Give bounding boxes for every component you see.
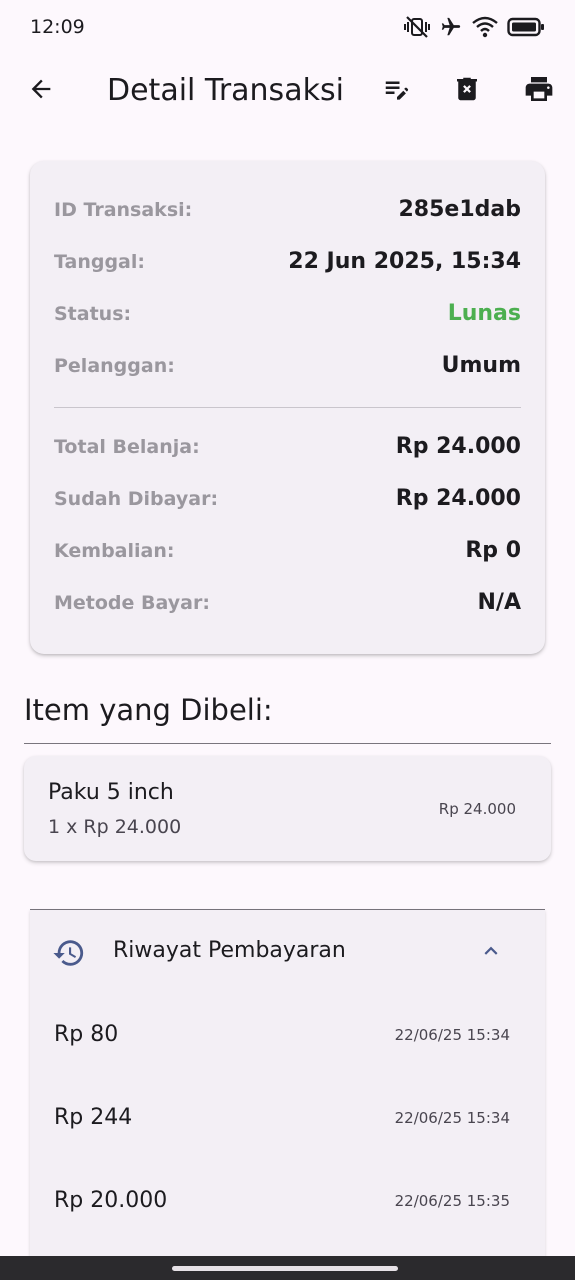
transaction-id-row: ID Transaksi: 285e1dab <box>54 197 521 222</box>
item-name: Paku 5 inch <box>48 780 174 805</box>
customer-value: Umum <box>441 353 521 378</box>
payment-amount: Rp 244 <box>54 1105 133 1130</box>
system-nav-bar <box>0 1256 575 1280</box>
payment-method-value: N/A <box>477 590 521 615</box>
change-value: Rp 0 <box>465 538 521 563</box>
change-label: Kembalian: <box>54 539 175 562</box>
payment-time: 22/06/25 15:34 <box>394 1108 510 1127</box>
chevron-up-icon[interactable] <box>478 938 504 969</box>
payment-amount: Rp 80 <box>54 1022 119 1047</box>
items-section-divider <box>24 743 551 744</box>
transaction-id-label: ID Transaksi: <box>54 198 193 221</box>
status-label: Status: <box>54 302 132 325</box>
item-qty-price: 1 x Rp 24.000 <box>48 816 182 838</box>
status-badge: Lunas <box>447 301 521 326</box>
total-row: Total Belanja: Rp 24.000 <box>54 434 521 459</box>
list-item[interactable]: Paku 5 inch 1 x Rp 24.000 Rp 24.000 <box>24 756 551 861</box>
payment-time: 22/06/25 15:35 <box>394 1191 510 1210</box>
battery-icon <box>507 17 545 37</box>
vibrate-off-icon <box>404 16 430 38</box>
home-gesture-handle[interactable] <box>172 1266 398 1271</box>
edit-notes-button[interactable] <box>376 70 418 112</box>
summary-divider <box>54 407 521 408</box>
payment-amount: Rp 20.000 <box>54 1188 168 1213</box>
payment-history-row: Rp 244 22/06/25 15:34 <box>54 1105 510 1130</box>
print-icon <box>523 73 555 110</box>
page-title: Detail Transaksi <box>107 73 344 108</box>
airplane-icon <box>439 16 463 38</box>
total-label: Total Belanja: <box>54 435 200 458</box>
paid-label: Sudah Dibayar: <box>54 487 219 510</box>
arrow-back-icon <box>27 75 55 108</box>
print-button[interactable] <box>518 70 560 112</box>
paid-row: Sudah Dibayar: Rp 24.000 <box>54 486 521 511</box>
delete-icon <box>452 74 482 109</box>
payment-history-header[interactable]: Riwayat Pembayaran <box>30 910 545 994</box>
payment-history-panel: Riwayat Pembayaran Rp 80 22/06/25 15:34 … <box>30 910 545 1280</box>
change-row: Kembalian: Rp 0 <box>54 538 521 563</box>
transaction-summary-card: ID Transaksi: 285e1dab Tanggal: 22 Jun 2… <box>30 161 545 654</box>
date-value: 22 Jun 2025, 15:34 <box>288 249 521 274</box>
customer-row: Pelanggan: Umum <box>54 353 521 378</box>
date-row: Tanggal: 22 Jun 2025, 15:34 <box>54 249 521 274</box>
status-row: Status: Lunas <box>54 301 521 326</box>
status-bar: 12:09 <box>0 0 575 56</box>
payment-history-row: Rp 20.000 22/06/25 15:35 <box>54 1188 510 1213</box>
transaction-id-value: 285e1dab <box>398 197 522 222</box>
payment-history-row: Rp 80 22/06/25 15:34 <box>54 1022 510 1047</box>
status-icons <box>404 16 545 38</box>
items-section-title: Item yang Dibeli: <box>24 693 273 727</box>
status-time: 12:09 <box>30 16 85 38</box>
edit-notes-icon <box>382 74 412 109</box>
payment-time: 22/06/25 15:34 <box>394 1025 510 1044</box>
back-button[interactable] <box>20 70 62 112</box>
payment-history-title: Riwayat Pembayaran <box>113 938 346 963</box>
payment-method-row: Metode Bayar: N/A <box>54 590 521 615</box>
total-value: Rp 24.000 <box>395 434 521 459</box>
customer-label: Pelanggan: <box>54 354 175 377</box>
item-total: Rp 24.000 <box>438 800 516 818</box>
app-bar: Detail Transaksi <box>0 56 575 126</box>
delete-button[interactable] <box>446 70 488 112</box>
paid-value: Rp 24.000 <box>395 486 521 511</box>
payment-method-label: Metode Bayar: <box>54 591 210 614</box>
history-icon <box>52 936 86 975</box>
date-label: Tanggal: <box>54 250 145 273</box>
wifi-icon <box>472 16 498 38</box>
